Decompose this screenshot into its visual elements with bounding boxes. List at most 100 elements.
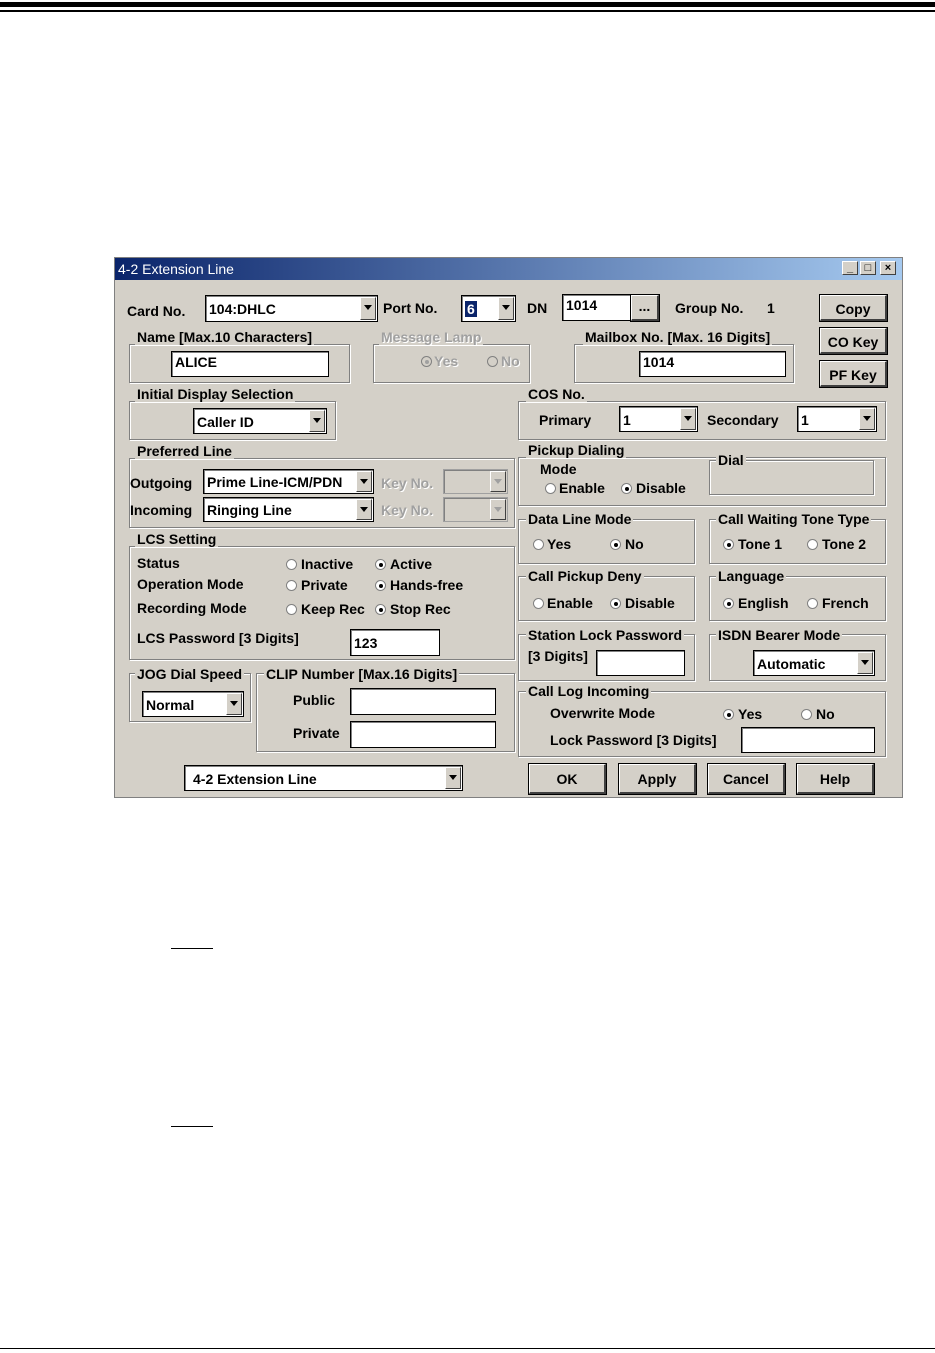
pickup-disable-label: Disable [636, 480, 686, 496]
lcs-active-radio[interactable] [375, 559, 386, 570]
tone1-label: Tone 1 [738, 536, 783, 552]
outgoing-dropdown[interactable]: Prime Line-ICM/PDN [203, 469, 374, 494]
overwrite-yes-radio[interactable] [723, 709, 734, 720]
screen-select-dropdown[interactable]: 4-2 Extension Line [184, 765, 463, 791]
chevron-down-icon [859, 408, 875, 430]
data-line-mode-legend: Data Line Mode [526, 511, 634, 527]
header-rule-thin [0, 10, 935, 12]
pf-key-button[interactable]: PF Key [819, 360, 888, 388]
lcs-keep-rec-radio[interactable] [286, 604, 297, 615]
chevron-down-icon [226, 693, 242, 715]
group-no-value: 1 [767, 300, 775, 316]
chevron-down-icon [498, 297, 514, 320]
chevron-down-icon [356, 499, 372, 520]
ok-button[interactable]: OK [528, 763, 607, 795]
mailbox-legend: Mailbox No. [Max. 16 Digits] [583, 329, 773, 345]
incoming-key-no-label: Key No. [381, 502, 434, 518]
message-lamp-yes-radio[interactable] [421, 356, 432, 367]
name-input[interactable]: ALICE [171, 351, 329, 377]
isdn-dropdown[interactable]: Automatic [753, 650, 875, 676]
initial-display-dropdown[interactable]: Caller ID [193, 408, 327, 434]
pickup-mode-label: Mode [540, 461, 577, 477]
tone1-radio[interactable] [723, 539, 734, 550]
copy-button[interactable]: Copy [819, 294, 888, 322]
cancel-button[interactable]: Cancel [707, 763, 786, 795]
co-key-button[interactable]: CO Key [819, 327, 888, 355]
mailbox-input[interactable]: 1014 [639, 351, 786, 377]
chevron-down-icon [309, 410, 325, 432]
note-underline [171, 948, 213, 949]
station-lock-input[interactable] [596, 650, 685, 676]
chevron-down-icon [680, 408, 696, 430]
station-lock-legend: Station Lock Password [526, 627, 685, 643]
call-log-lock-input[interactable] [741, 727, 875, 753]
clip-public-input[interactable] [350, 688, 496, 715]
pickup-dialing-legend: Pickup Dialing [526, 442, 627, 458]
lcs-handsfree-radio[interactable] [375, 580, 386, 591]
pickup-disable-radio[interactable] [621, 483, 632, 494]
card-no-label: Card No. [127, 303, 186, 319]
outgoing-key-no-dropdown[interactable] [443, 469, 508, 494]
english-radio[interactable] [723, 598, 734, 609]
pickup-deny-legend: Call Pickup Deny [526, 568, 644, 584]
station-lock-sub-label: [3 Digits] [528, 648, 588, 664]
jog-dropdown[interactable]: Normal [142, 691, 244, 717]
call-log-legend: Call Log Incoming [526, 683, 652, 699]
maximize-icon[interactable]: □ [860, 261, 876, 275]
dial-legend: Dial [716, 452, 746, 468]
note-underline [171, 1126, 213, 1127]
dn-input[interactable]: 1014 [562, 294, 631, 321]
cos-legend: COS No. [526, 386, 587, 402]
chevron-down-icon [445, 767, 461, 789]
overwrite-yes-label: Yes [738, 706, 763, 722]
lcs-private-label: Private [301, 577, 348, 593]
french-radio[interactable] [807, 598, 818, 609]
lcs-stop-rec-radio[interactable] [375, 604, 386, 615]
cos-primary-dropdown[interactable]: 1 [619, 406, 698, 432]
outgoing-key-no-label: Key No. [381, 475, 434, 491]
incoming-key-no-dropdown[interactable] [443, 497, 508, 522]
lcs-stop-rec-label: Stop Rec [390, 601, 451, 617]
extension-line-window: 4-2 Extension Line _ □ × Card No. 104:DH… [114, 257, 903, 798]
pickup-deny-enable-radio[interactable] [533, 598, 544, 609]
port-no-label: Port No. [383, 300, 438, 316]
title-bar: 4-2 Extension Line _ □ × [115, 258, 902, 280]
card-no-dropdown[interactable]: 104:DHLC [205, 295, 378, 322]
minimize-icon[interactable]: _ [842, 261, 858, 275]
cos-secondary-dropdown[interactable]: 1 [797, 406, 877, 432]
close-icon[interactable]: × [880, 261, 896, 275]
chevron-down-icon [857, 652, 873, 674]
lcs-password-input[interactable]: 123 [350, 629, 440, 656]
lcs-inactive-radio[interactable] [286, 559, 297, 570]
pickup-deny-disable-radio[interactable] [610, 598, 621, 609]
clip-public-label: Public [293, 692, 336, 708]
outgoing-label: Outgoing [130, 475, 193, 491]
dn-label: DN [527, 300, 548, 316]
port-no-dropdown[interactable]: 6 [461, 295, 516, 322]
english-label: English [738, 595, 789, 611]
pickup-deny-enable-label: Enable [547, 595, 593, 611]
group-no-label: Group No. [675, 300, 744, 316]
preferred-line-legend: Preferred Line [135, 443, 234, 459]
pickup-enable-radio[interactable] [545, 483, 556, 494]
clip-private-input[interactable] [350, 721, 496, 748]
message-lamp-yes-label: Yes [434, 353, 459, 369]
tone2-label: Tone 2 [822, 536, 867, 552]
lcs-private-radio[interactable] [286, 580, 297, 591]
jog-legend: JOG Dial Speed [135, 666, 245, 682]
header-rule-thick [0, 2, 935, 7]
data-line-yes-radio[interactable] [533, 539, 544, 550]
help-button[interactable]: Help [796, 763, 875, 795]
incoming-dropdown[interactable]: Ringing Line [203, 497, 374, 522]
french-label: French [822, 595, 869, 611]
isdn-legend: ISDN Bearer Mode [716, 627, 843, 643]
call-log-lock-label: Lock Password [3 Digits] [550, 732, 717, 748]
dn-browse-button[interactable]: ... [630, 294, 660, 322]
apply-button[interactable]: Apply [618, 763, 697, 795]
tone2-radio[interactable] [807, 539, 818, 550]
overwrite-no-radio[interactable] [801, 709, 812, 720]
footer-rule [0, 1348, 935, 1349]
window-title: 4-2 Extension Line [118, 261, 234, 277]
message-lamp-no-radio[interactable] [487, 356, 498, 367]
data-line-no-radio[interactable] [610, 539, 621, 550]
